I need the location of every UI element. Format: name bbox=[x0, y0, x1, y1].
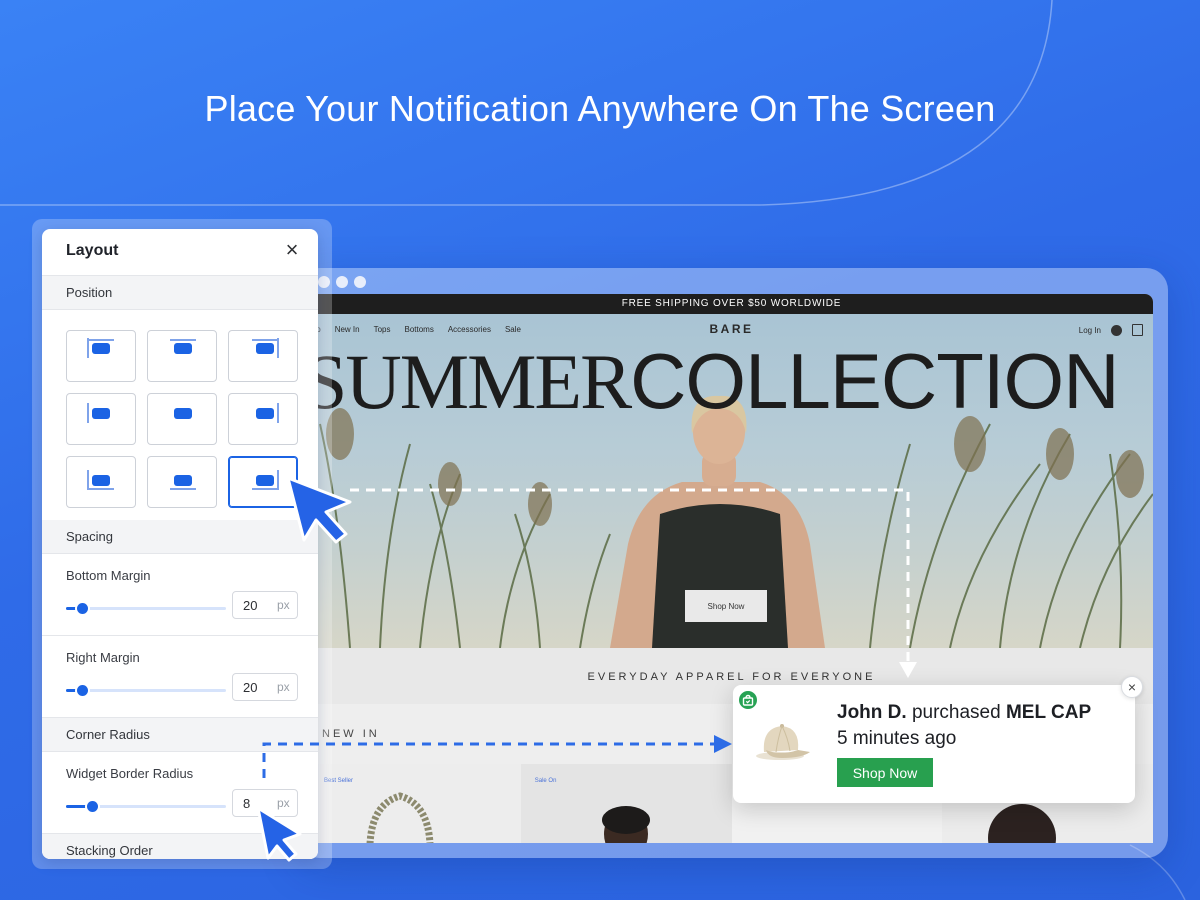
product-card[interactable]: Sale On bbox=[520, 764, 732, 843]
cap-icon bbox=[756, 724, 810, 760]
position-middle-left-icon bbox=[87, 403, 110, 423]
border-radius-row: px bbox=[66, 789, 318, 833]
login-link[interactable]: Log In bbox=[1079, 326, 1101, 335]
shopping-bag-glyph bbox=[742, 694, 754, 706]
bottom-margin-input-box: px bbox=[232, 591, 298, 619]
purchase-verb: purchased bbox=[911, 702, 1001, 723]
buyer-name: John D. bbox=[837, 702, 907, 723]
panel-header: Layout × bbox=[42, 229, 318, 276]
position-grid bbox=[42, 310, 318, 520]
bottom-margin-slider[interactable] bbox=[66, 603, 226, 614]
position-option-top-center[interactable] bbox=[147, 330, 217, 382]
hero-title: SUMMERCOLLECTION bbox=[310, 342, 1153, 421]
right-margin-input[interactable] bbox=[243, 679, 273, 695]
border-radius-input[interactable] bbox=[243, 795, 273, 811]
position-middle-right-icon bbox=[256, 403, 279, 423]
position-option-bottom-left[interactable] bbox=[66, 456, 136, 508]
right-margin-row: px bbox=[66, 673, 318, 717]
slider-thumb[interactable] bbox=[86, 801, 98, 812]
unit-label: px bbox=[277, 598, 290, 612]
border-radius-input-box: px bbox=[232, 789, 298, 817]
hero-title-serif: SUMMER bbox=[310, 338, 632, 425]
position-center-icon bbox=[174, 408, 192, 419]
slider-thumb[interactable] bbox=[77, 685, 88, 696]
product-card[interactable]: Best Seller bbox=[310, 764, 521, 843]
border-radius-slider[interactable] bbox=[66, 801, 226, 812]
hero-banner: Shop New In Tops Bottoms Accessories Sal… bbox=[310, 314, 1153, 648]
shopping-bag-icon bbox=[737, 689, 759, 711]
site-navigation: Shop New In Tops Bottoms Accessories Sal… bbox=[310, 322, 1153, 338]
nav-account: Log In bbox=[1079, 324, 1143, 336]
position-top-left-icon bbox=[87, 338, 114, 358]
section-spacing: Spacing bbox=[42, 520, 318, 554]
position-bottom-center-icon bbox=[170, 475, 196, 490]
notification-message: John D. purchased MEL CAP bbox=[837, 702, 1091, 724]
border-radius-field: Widget Border Radius px bbox=[42, 752, 318, 834]
position-option-center[interactable] bbox=[147, 393, 217, 445]
unit-label: px bbox=[277, 796, 290, 810]
bottom-margin-input[interactable] bbox=[243, 597, 273, 613]
position-option-bottom-right[interactable] bbox=[228, 456, 298, 508]
position-bottom-left-icon bbox=[87, 470, 114, 490]
window-dot bbox=[354, 276, 366, 288]
cart-icon[interactable] bbox=[1132, 324, 1143, 336]
position-top-right-icon bbox=[252, 338, 279, 358]
position-option-middle-left[interactable] bbox=[66, 393, 136, 445]
position-option-bottom-center[interactable] bbox=[147, 456, 217, 508]
bag-image bbox=[366, 792, 434, 843]
notification-shop-now-button[interactable]: Shop Now bbox=[837, 758, 933, 787]
right-margin-field: Right Margin px bbox=[42, 636, 318, 718]
hero-title-sans: COLLECTION bbox=[630, 337, 1119, 425]
border-radius-label: Widget Border Radius bbox=[66, 766, 194, 781]
bottom-margin-row: px bbox=[66, 591, 318, 635]
window-dot bbox=[336, 276, 348, 288]
position-option-top-left[interactable] bbox=[66, 330, 136, 382]
section-stacking-order: Stacking Order bbox=[42, 834, 318, 859]
hero-shop-now-button[interactable]: Shop Now bbox=[685, 590, 767, 622]
position-option-top-right[interactable] bbox=[228, 330, 298, 382]
slider-thumb[interactable] bbox=[77, 603, 88, 614]
layout-panel: Layout × Position Spacing Bottom Margin … bbox=[42, 229, 318, 859]
shipping-bar: FREE SHIPPING OVER $50 WORLDWIDE bbox=[310, 294, 1153, 314]
position-option-middle-right[interactable] bbox=[228, 393, 298, 445]
right-margin-slider[interactable] bbox=[66, 685, 226, 696]
panel-title: Layout bbox=[66, 242, 119, 259]
right-margin-input-box: px bbox=[232, 673, 298, 701]
user-icon[interactable] bbox=[1111, 324, 1122, 336]
product-name: MEL CAP bbox=[1005, 702, 1092, 723]
site-brand-logo[interactable]: BARE bbox=[310, 322, 1153, 336]
close-icon[interactable]: × bbox=[280, 238, 304, 262]
notification-time: 5 minutes ago bbox=[837, 728, 957, 749]
section-corner-radius: Corner Radius bbox=[42, 718, 318, 752]
position-bottom-right-icon bbox=[252, 470, 279, 490]
close-icon[interactable]: × bbox=[1121, 676, 1143, 698]
position-top-center-icon bbox=[170, 339, 196, 354]
bottom-margin-field: Bottom Margin px bbox=[42, 554, 318, 636]
bottom-margin-label: Bottom Margin bbox=[66, 568, 151, 583]
model-portrait-image bbox=[601, 806, 650, 843]
unit-label: px bbox=[277, 680, 290, 694]
section-position: Position bbox=[42, 276, 318, 310]
headline: Place Your Notification Anywhere On The … bbox=[204, 88, 996, 129]
right-margin-label: Right Margin bbox=[66, 650, 140, 665]
